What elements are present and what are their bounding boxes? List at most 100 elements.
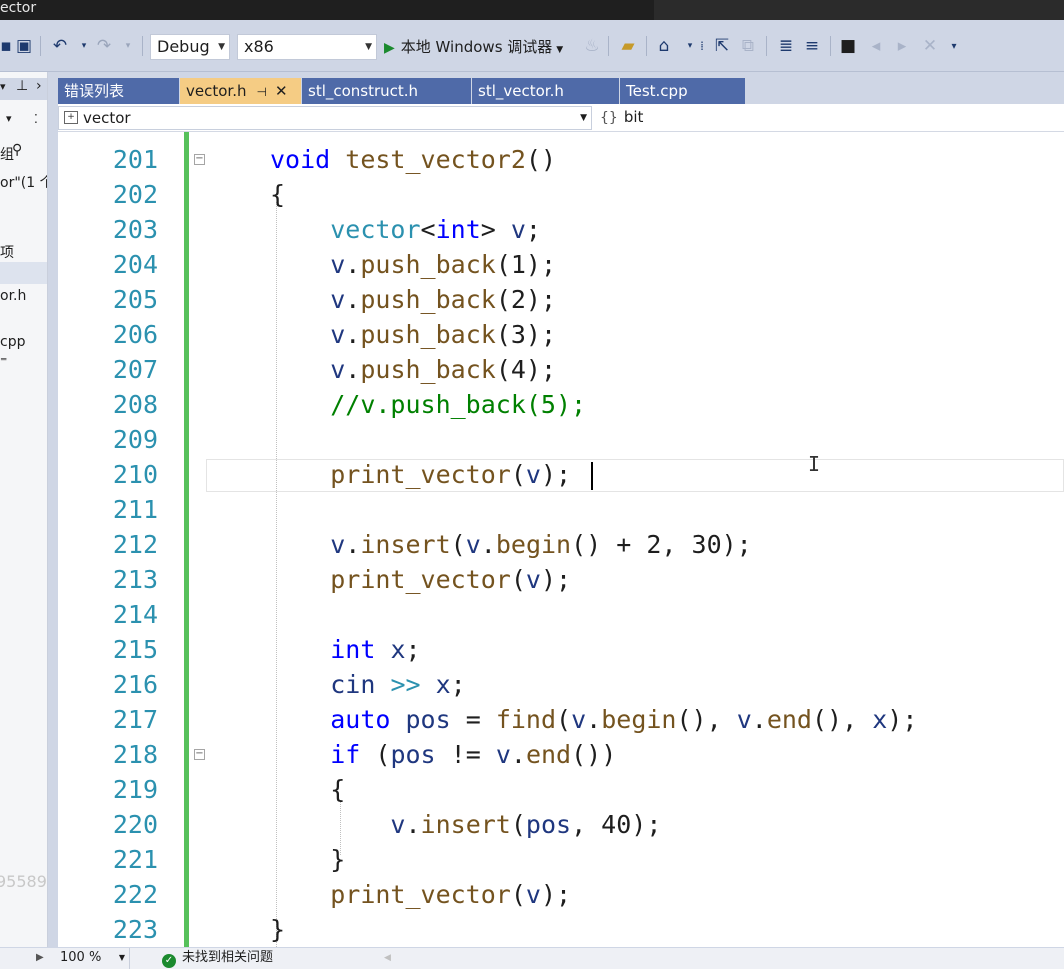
code-line[interactable]: 213 print_vector(v); xyxy=(58,562,1064,597)
panel-header: ▾ ⊥ › xyxy=(0,78,47,100)
code-line[interactable]: 212 v.insert(v.begin() + 2, 30); xyxy=(58,527,1064,562)
tree-item-vector-h[interactable]: or.h xyxy=(0,288,26,304)
scope-select[interactable]: + vector ▼ xyxy=(58,106,592,130)
scroll-left-icon[interactable]: ◀ xyxy=(384,948,391,968)
code-token: void xyxy=(270,145,331,174)
search-icon[interactable]: ⚲ xyxy=(12,142,22,158)
redo-icon[interactable]: ↷ xyxy=(94,36,114,56)
code-line[interactable]: 221 } xyxy=(58,842,1064,877)
chevron-right-icon[interactable]: ▶ xyxy=(36,948,44,968)
next-bookmark-icon[interactable]: ▸ xyxy=(892,36,912,56)
navigate-icon[interactable]: ⇱ xyxy=(712,36,732,56)
navigation-bar: + vector ▼ {} bit xyxy=(58,104,1064,132)
code-text: } xyxy=(270,912,285,947)
code-token: print_vector xyxy=(330,460,511,489)
pin-icon[interactable]: ⊥ xyxy=(16,78,28,94)
code-line[interactable]: 222 print_vector(v); xyxy=(58,877,1064,912)
toggle-icon[interactable]: ⁞ xyxy=(692,36,712,56)
code-token: ( xyxy=(510,880,526,909)
panel-splitter[interactable] xyxy=(48,72,58,952)
line-number: 206 xyxy=(112,320,158,349)
code-token: . xyxy=(480,530,496,559)
code-line[interactable]: 215 int x; xyxy=(58,632,1064,667)
line-number: 222 xyxy=(112,880,158,909)
code-line[interactable]: 203 vector<int> v; xyxy=(58,212,1064,247)
code-line[interactable]: 208 //v.push_back(5); xyxy=(58,387,1064,422)
chevron-down-icon: ▼ xyxy=(556,45,564,55)
code-token: insert xyxy=(420,810,511,839)
scope-value: vector xyxy=(83,109,131,127)
code-line[interactable]: 216 cin >> x; xyxy=(58,667,1064,702)
home-icon[interactable]: ⌂ xyxy=(654,36,674,56)
clear-bookmarks-icon[interactable]: ✕ xyxy=(920,36,940,56)
code-token: ( xyxy=(556,705,572,734)
chevron-down-icon[interactable]: ▾ xyxy=(6,112,12,125)
code-line[interactable]: 211 xyxy=(58,492,1064,527)
code-text: vector<int> v; xyxy=(270,212,541,247)
platform-select[interactable]: x86 ▼ xyxy=(237,34,377,60)
collapse-icon[interactable]: − xyxy=(194,749,205,760)
undo-icon[interactable]: ↶ xyxy=(50,36,70,56)
code-token: > xyxy=(480,215,511,244)
code-line[interactable]: 214 xyxy=(58,597,1064,632)
code-line[interactable]: 201 − void test_vector2() xyxy=(58,142,1064,177)
redo-dropdown-icon[interactable]: ▾ xyxy=(118,36,138,56)
format-icon[interactable]: ≣ xyxy=(776,36,796,56)
tab-vector-h[interactable]: vector.h ⊣ ✕ xyxy=(180,78,302,104)
zoom-select[interactable]: 100 % ▼ xyxy=(58,948,130,969)
code-token: ( xyxy=(360,740,391,769)
save-all-icon[interactable]: ▣ xyxy=(14,36,34,56)
folder-icon[interactable]: ▰ xyxy=(618,36,638,56)
tree-item-extra[interactable]: ⁼ xyxy=(0,354,7,370)
more-icon[interactable]: ⁚ xyxy=(34,112,38,126)
dropdown-icon[interactable]: ▾ xyxy=(0,80,6,93)
line-number: 210 xyxy=(112,460,158,489)
code-line[interactable]: 202 { xyxy=(58,177,1064,212)
tab-stl-vector-h[interactable]: stl_vector.h xyxy=(472,78,620,104)
code-token: v xyxy=(525,880,541,909)
close-icon[interactable]: ✕ xyxy=(275,82,288,100)
code-line[interactable]: 206 v.push_back(3); xyxy=(58,317,1064,352)
code-line[interactable]: 217 auto pos = find(v.begin(), v.end(), … xyxy=(58,702,1064,737)
code-token: auto xyxy=(330,705,391,734)
copy-icon[interactable]: ⧉ xyxy=(738,36,758,56)
code-line[interactable]: 209 xyxy=(58,422,1064,457)
comment-icon[interactable]: ≡ xyxy=(802,36,822,56)
prev-bookmark-icon[interactable]: ◂ xyxy=(866,36,886,56)
collapse-icon[interactable]: − xyxy=(194,154,205,165)
overflow-icon[interactable]: ▾ xyxy=(944,36,964,56)
code-text: v.insert(v.begin() + 2, 30); xyxy=(270,527,752,562)
code-token: end xyxy=(766,705,812,734)
code-line[interactable]: 223} xyxy=(58,912,1064,947)
hot-reload-icon[interactable]: ♨ xyxy=(582,36,602,56)
code-line[interactable]: 204 v.push_back(1); xyxy=(58,247,1064,282)
bookmark-icon[interactable]: ■ xyxy=(838,36,858,56)
tab-test-cpp[interactable]: Test.cpp xyxy=(620,78,746,104)
tree-item-project[interactable]: 项 xyxy=(0,242,14,262)
code-line[interactable]: 205 v.push_back(2); xyxy=(58,282,1064,317)
tab-error-list[interactable]: 错误列表 xyxy=(58,78,180,104)
solution-config-select[interactable]: Debug ▼ xyxy=(150,34,230,60)
code-token: cin xyxy=(330,670,376,699)
tree-item-solution[interactable]: or"(1 个 xyxy=(0,172,47,192)
member-select[interactable]: {} bit xyxy=(594,106,1064,130)
tree-item-test-cpp[interactable]: cpp xyxy=(0,334,25,350)
code-text: print_vector(v); xyxy=(270,562,571,597)
code-editor[interactable]: 201− void test_vector2() 202{203 vector<in… xyxy=(58,132,1064,947)
tab-stl-construct-h[interactable]: stl_construct.h xyxy=(302,78,472,104)
chevron-right-icon[interactable]: › xyxy=(36,78,42,94)
code-line[interactable]: 218 − if (pos != v.end()) xyxy=(58,737,1064,772)
code-line[interactable]: 207 v.push_back(4); xyxy=(58,352,1064,387)
pin-icon[interactable]: ⊣ xyxy=(256,85,266,99)
code-token: push_back xyxy=(360,355,496,384)
title-bar-right-area xyxy=(654,0,1064,22)
start-debugging-button[interactable]: ▶ 本地 Windows 调试器 ▼ xyxy=(384,34,563,60)
undo-dropdown-icon[interactable]: ▾ xyxy=(74,36,94,56)
issues-indicator[interactable]: ✓ 未找到相关问题 xyxy=(162,948,273,968)
code-line[interactable]: 220 v.insert(pos, 40); xyxy=(58,807,1064,842)
code-line[interactable]: 210 print_vector(v); xyxy=(58,457,1064,492)
code-line[interactable]: 219 { xyxy=(58,772,1064,807)
